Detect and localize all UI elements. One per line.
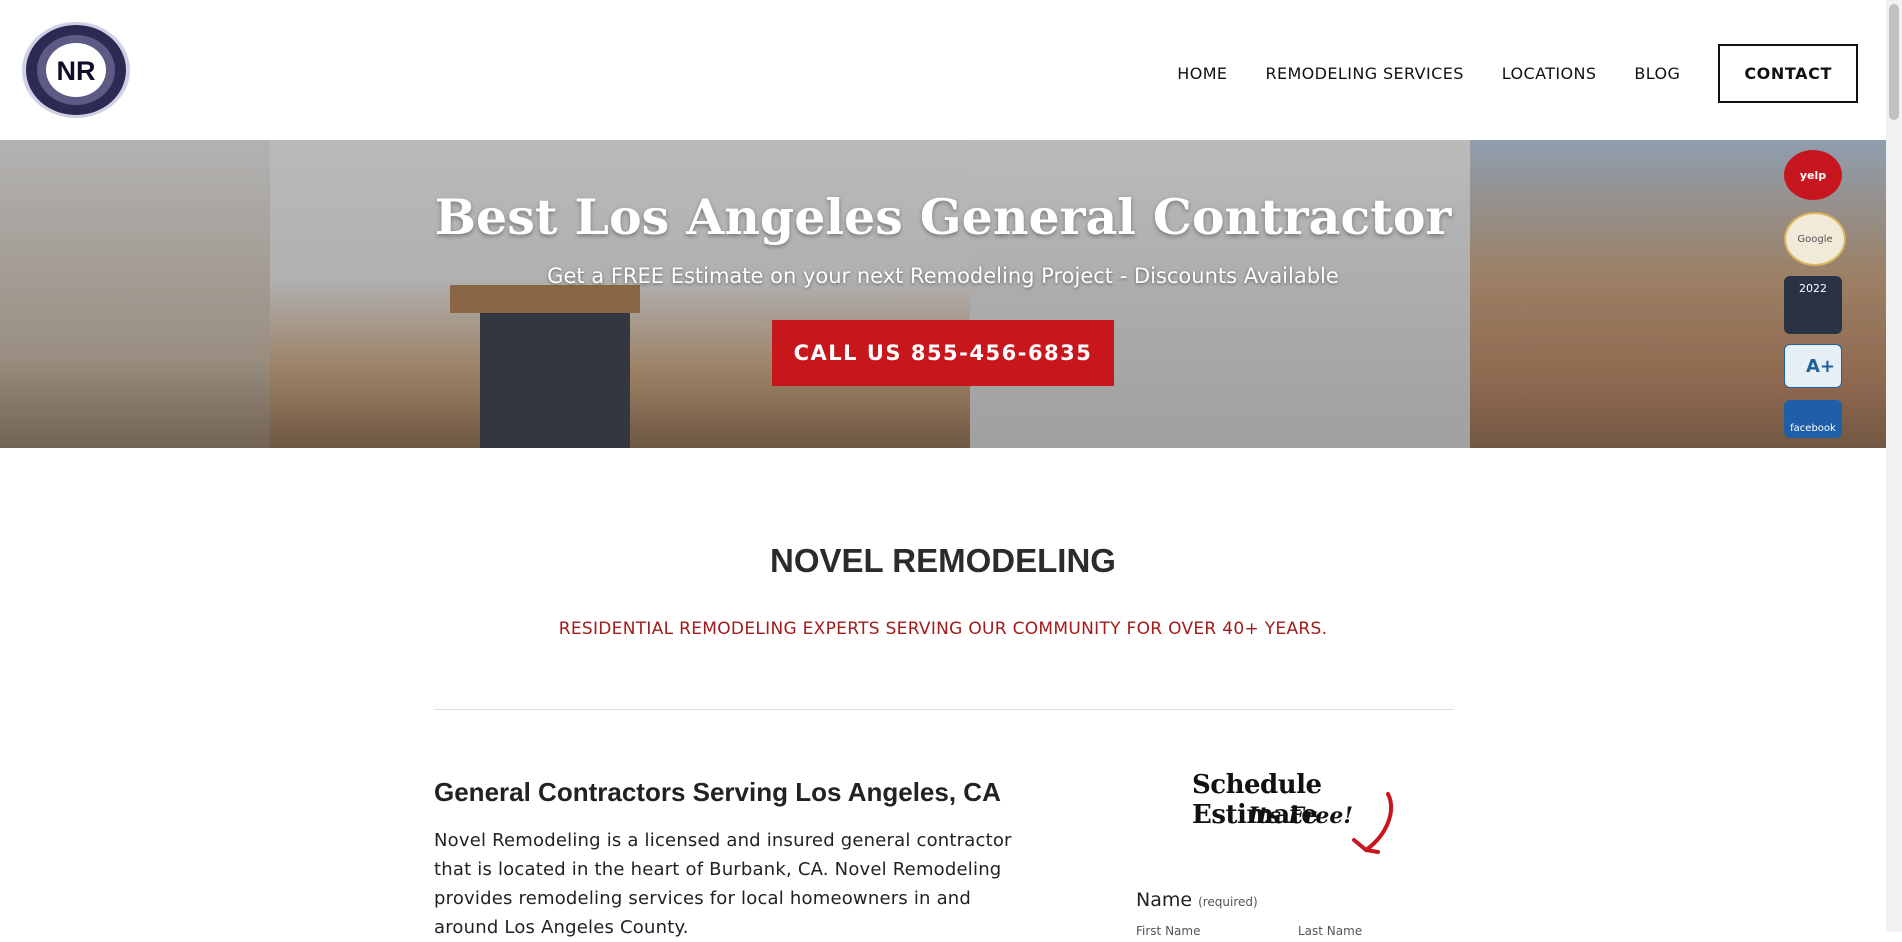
name-subfield-labels: First Name Last Name bbox=[1136, 924, 1436, 938]
section-title: NOVEL REMODELING bbox=[770, 542, 1116, 579]
first-name-label: First Name bbox=[1136, 924, 1201, 938]
nav-home[interactable]: HOME bbox=[1177, 64, 1227, 83]
schedule-subtitle: Its Free! bbox=[1248, 803, 1353, 829]
call-us-button[interactable]: CALL US 855-456-6835 bbox=[772, 320, 1114, 386]
nav-locations[interactable]: LOCATIONS bbox=[1502, 64, 1597, 83]
hero-title: Best Los Angeles General Contractor bbox=[434, 188, 1452, 246]
hero-banner: Best Los Angeles General Contractor Get … bbox=[0, 140, 1886, 448]
nav-remodeling-services[interactable]: REMODELING SERVICES bbox=[1265, 64, 1463, 83]
bbb-badge-icon[interactable]: A+ bbox=[1784, 344, 1842, 388]
facebook-badge-icon[interactable]: facebook bbox=[1784, 400, 1842, 438]
logo-text: NR bbox=[57, 56, 96, 86]
schedule-estimate: Schedule Estimate Its Free! bbox=[1192, 770, 1412, 854]
site-header: NR HOME REMODELING SERVICES LOCATIONS BL… bbox=[0, 0, 1886, 140]
section-divider bbox=[434, 709, 1454, 710]
google-badge-icon[interactable]: Google bbox=[1784, 212, 1846, 266]
name-label-text: Name bbox=[1136, 889, 1193, 911]
logo-icon[interactable]: NR bbox=[20, 20, 132, 120]
page-scrollbar[interactable] bbox=[1886, 0, 1902, 932]
hero-overlay bbox=[0, 140, 1886, 448]
scrollbar-thumb[interactable] bbox=[1889, 4, 1899, 120]
last-name-label: Last Name bbox=[1298, 924, 1363, 938]
name-required-text: (required) bbox=[1198, 895, 1258, 909]
hero-subtitle: Get a FREE Estimate on your next Remodel… bbox=[547, 264, 1339, 288]
content-body: Novel Remodeling is a licensed and insur… bbox=[434, 830, 1012, 938]
main-nav: HOME REMODELING SERVICES LOCATIONS BLOG … bbox=[1139, 44, 1858, 103]
houzz-badge-icon[interactable]: 2022 bbox=[1784, 276, 1842, 334]
contact-button[interactable]: CONTACT bbox=[1718, 44, 1858, 103]
section-tagline: RESIDENTIAL REMODELING EXPERTS SERVING O… bbox=[558, 619, 1328, 639]
trust-badges: yelp Google 2022 A+ facebook bbox=[1776, 148, 1848, 448]
content-heading: General Contractors Serving Los Angeles,… bbox=[434, 777, 1001, 807]
curved-arrow-icon bbox=[1352, 792, 1393, 854]
yelp-badge-icon[interactable]: yelp bbox=[1784, 150, 1842, 200]
name-field-label: Name (required) bbox=[1136, 889, 1258, 911]
nav-blog[interactable]: BLOG bbox=[1634, 64, 1680, 83]
